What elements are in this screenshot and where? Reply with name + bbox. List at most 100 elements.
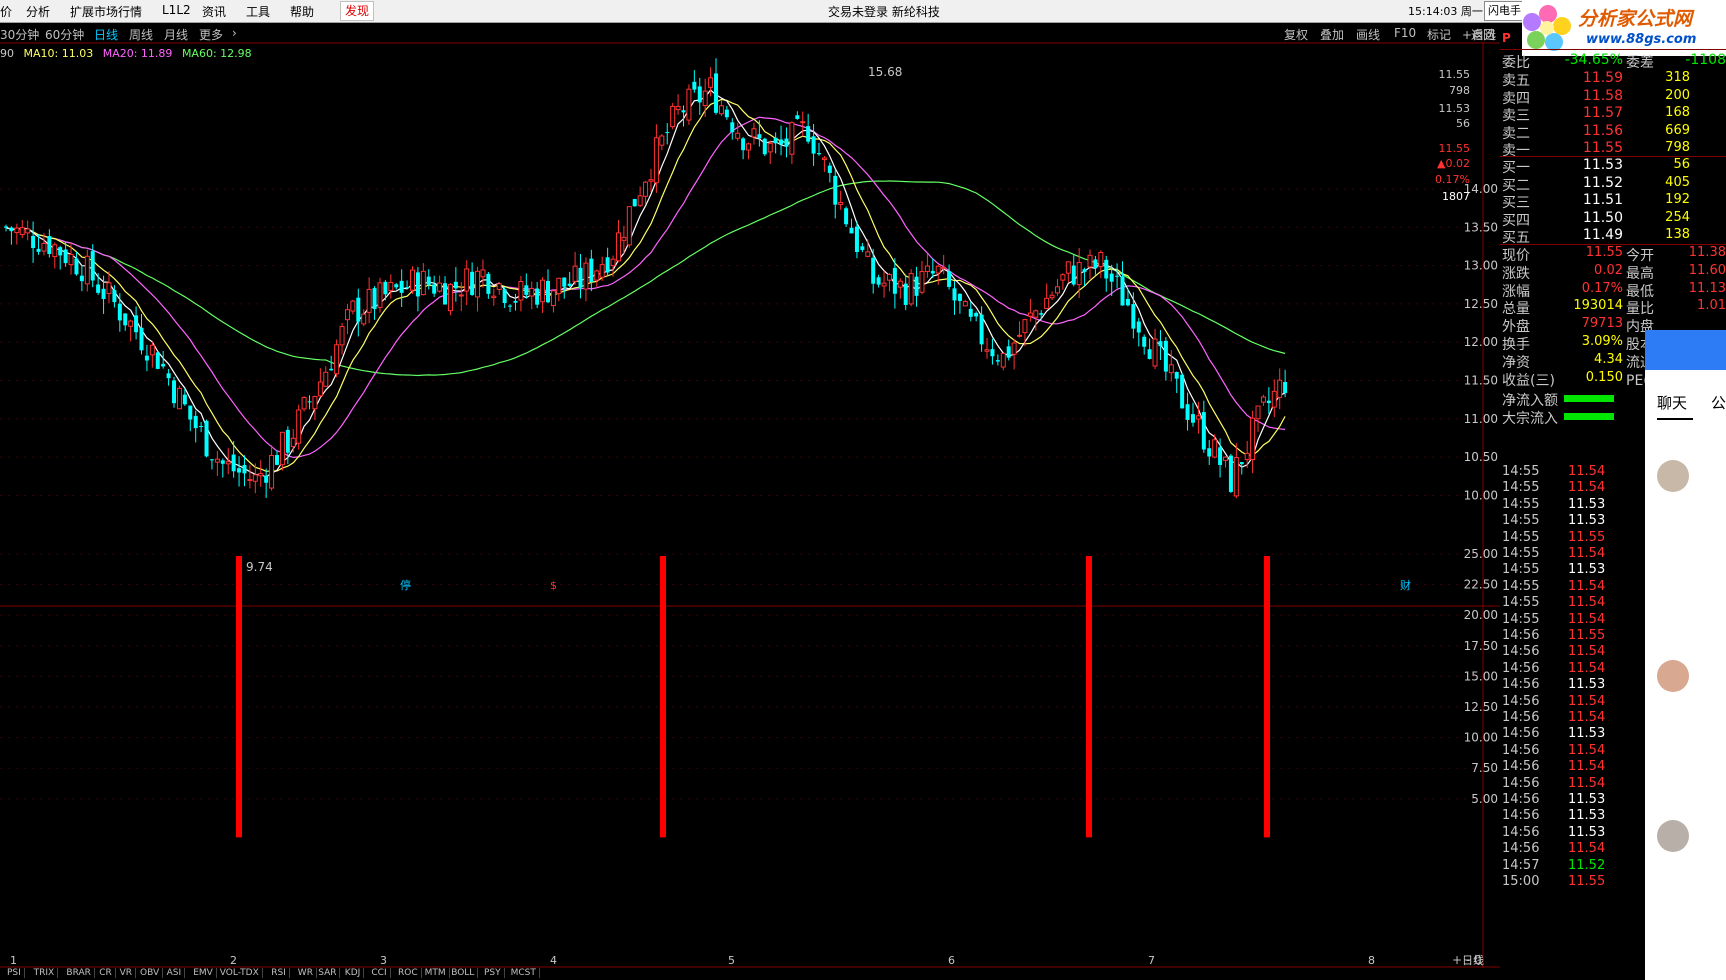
candle[interactable] — [741, 138, 746, 151]
candle[interactable] — [90, 251, 95, 281]
period-30min[interactable]: 30分钟 — [0, 26, 39, 43]
candle[interactable] — [1039, 313, 1044, 315]
candle[interactable] — [621, 236, 627, 241]
candle[interactable] — [14, 227, 20, 234]
indicator-tab[interactable]: ASI — [164, 968, 186, 978]
candle[interactable] — [437, 282, 443, 292]
candle[interactable] — [1255, 405, 1261, 420]
candle[interactable] — [344, 309, 350, 321]
candle[interactable] — [767, 142, 773, 153]
candle[interactable] — [128, 320, 134, 327]
candle[interactable] — [773, 137, 778, 144]
candle[interactable] — [101, 288, 106, 300]
candle[interactable] — [383, 281, 388, 295]
candle[interactable] — [172, 380, 177, 404]
candle[interactable] — [139, 327, 144, 351]
candle[interactable] — [784, 138, 789, 147]
candle[interactable] — [496, 283, 502, 290]
candle[interactable] — [746, 143, 752, 151]
candle[interactable] — [529, 287, 535, 297]
back-button[interactable]: 返回 — [1471, 26, 1495, 43]
candle[interactable] — [670, 105, 676, 128]
candle[interactable] — [583, 262, 589, 290]
candle[interactable] — [578, 267, 583, 288]
candle[interactable] — [1283, 381, 1288, 394]
candle[interactable] — [935, 265, 941, 274]
candle[interactable] — [134, 315, 139, 333]
candle[interactable] — [334, 344, 340, 375]
indicator-tab[interactable]: TRIX — [31, 968, 59, 978]
indicator-tab[interactable]: MTM — [422, 968, 450, 978]
indicator-tab[interactable]: PSY — [481, 968, 505, 978]
candle[interactable] — [849, 227, 854, 234]
candle[interactable] — [1277, 379, 1283, 398]
candle[interactable] — [1104, 259, 1109, 279]
candle[interactable] — [518, 280, 524, 301]
candle[interactable] — [779, 139, 784, 145]
candle[interactable] — [405, 287, 410, 289]
candle[interactable] — [447, 283, 453, 312]
event-marker-1[interactable]: 停 — [400, 578, 411, 592]
candle[interactable] — [659, 135, 665, 146]
period-weekly[interactable]: 周线 — [129, 26, 153, 43]
candle[interactable] — [1076, 262, 1082, 286]
candle[interactable] — [96, 284, 101, 293]
candle[interactable] — [892, 267, 897, 294]
candle[interactable] — [231, 454, 236, 472]
candle[interactable] — [1174, 372, 1179, 379]
kline-chart[interactable]: 14.0013.5013.0012.5012.0011.5011.0010.50… — [0, 42, 1500, 968]
candle[interactable] — [426, 276, 431, 285]
candle[interactable] — [589, 258, 594, 283]
candle[interactable] — [806, 126, 811, 142]
candle[interactable] — [572, 265, 578, 282]
candle[interactable] — [714, 73, 719, 113]
candle[interactable] — [112, 290, 117, 303]
candle[interactable] — [1195, 415, 1201, 420]
candle[interactable] — [1168, 364, 1174, 374]
candle[interactable] — [594, 270, 600, 281]
candle[interactable] — [1125, 298, 1130, 306]
candle[interactable] — [339, 326, 345, 346]
candle[interactable] — [258, 473, 264, 477]
candle[interactable] — [1060, 274, 1066, 281]
menu-item-help[interactable]: 帮助 — [290, 3, 314, 20]
candle[interactable] — [724, 109, 729, 118]
candle[interactable] — [1109, 273, 1114, 282]
candle[interactable] — [871, 257, 876, 284]
candle[interactable] — [686, 88, 692, 121]
candle[interactable] — [599, 264, 605, 278]
candle[interactable] — [1190, 414, 1195, 423]
flash-trade-button[interactable]: 闪电手 — [1484, 1, 1525, 21]
candle[interactable] — [854, 226, 859, 253]
candle[interactable] — [508, 305, 513, 307]
candle[interactable] — [52, 244, 58, 258]
candle[interactable] — [312, 396, 318, 410]
candle[interactable] — [692, 81, 697, 90]
menu-item-l1l2[interactable]: L1L2 — [162, 3, 191, 17]
candle[interactable] — [1158, 341, 1163, 347]
candle[interactable] — [1022, 319, 1028, 334]
candle[interactable] — [188, 405, 193, 420]
f10-button[interactable]: F10 — [1394, 26, 1416, 40]
candle[interactable] — [735, 132, 741, 139]
candle[interactable] — [350, 300, 356, 312]
candle[interactable] — [957, 293, 962, 301]
candle[interactable] — [1223, 456, 1228, 461]
candle[interactable] — [4, 226, 8, 228]
candle[interactable] — [702, 90, 708, 107]
candle[interactable] — [420, 270, 426, 296]
chevron-right-icon[interactable]: › — [232, 26, 237, 40]
candle[interactable] — [556, 277, 562, 295]
candle[interactable] — [279, 431, 285, 466]
candle[interactable] — [144, 355, 149, 361]
candle[interactable] — [182, 394, 187, 405]
candle[interactable] — [296, 409, 302, 444]
candle[interactable] — [952, 288, 957, 301]
avatar[interactable] — [1657, 820, 1689, 852]
candle[interactable] — [1049, 294, 1055, 299]
candle[interactable] — [19, 227, 25, 236]
candle[interactable] — [176, 387, 182, 410]
mark-button[interactable]: 标记 — [1427, 26, 1451, 43]
avatar[interactable] — [1657, 660, 1689, 692]
candle[interactable] — [1054, 286, 1060, 294]
